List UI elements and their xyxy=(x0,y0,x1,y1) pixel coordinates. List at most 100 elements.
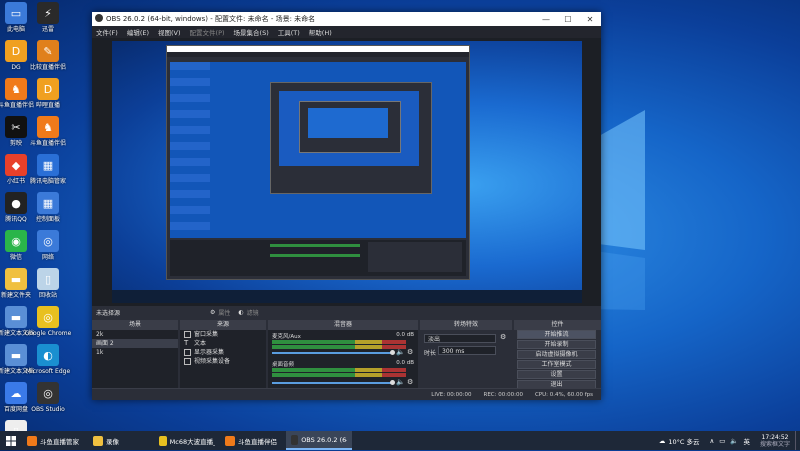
desktop-icon[interactable]: ✎ 比较直播伴侣 xyxy=(20,40,76,71)
desktop-icon[interactable]: ▦ 腾讯电脑管家 xyxy=(20,154,76,185)
title-bar: OBS 26.0.2 (64-bit, windows) - 配置文件: 未命名… xyxy=(92,12,601,26)
start-button[interactable] xyxy=(0,431,22,450)
gear-icon[interactable]: ⚙ xyxy=(500,333,506,341)
desktop-db: 0.0 dB xyxy=(396,360,414,366)
desktop-icon-label: Google Chrome xyxy=(24,330,72,337)
desktop-icon[interactable]: ◎ Google Chrome xyxy=(20,306,76,337)
desktop-icon-label: 比较直播伴侣 xyxy=(29,64,66,71)
app-icon xyxy=(159,435,167,446)
gear-icon[interactable]: ⚙ xyxy=(407,348,413,356)
app-icon: ◎ xyxy=(37,382,59,404)
list-item[interactable]: 画面 2 xyxy=(92,339,178,348)
clock[interactable]: 17:24:52 搜索框文字 xyxy=(755,431,795,450)
desktop-icon[interactable]: ⚡ 迅雷 xyxy=(20,2,76,33)
list-item[interactable]: T 文本 xyxy=(180,339,266,348)
preview-area[interactable] xyxy=(92,38,601,306)
desktop-icon-label: 控制面板 xyxy=(35,216,60,223)
taskbar-item-label: 斗鱼直播管家 xyxy=(40,437,79,446)
taskbar-item[interactable]: 斗鱼直播伴侣 xyxy=(220,431,286,450)
menu-profile[interactable]: 配置文件(P) xyxy=(190,27,225,37)
minimize-button[interactable]: — xyxy=(535,15,557,24)
desktop-icon[interactable]: ◎ OBS Studio xyxy=(20,382,76,413)
list-item[interactable]: 视频采集设备 xyxy=(180,357,266,366)
speaker-icon[interactable]: 🔈 xyxy=(396,378,405,386)
system-tray[interactable]: ∧ ▭ 🔈 英 xyxy=(704,431,755,450)
rec-status: REC: 00:00:00 xyxy=(483,391,523,398)
desktop-icon[interactable]: D 哔哩直播 xyxy=(20,78,76,109)
preview-scene xyxy=(112,41,582,303)
desktop-icon-label: Microsoft Edge xyxy=(25,368,71,375)
mixer-header: 混音器 xyxy=(268,320,418,330)
start-streaming-button[interactable]: 开始推流 xyxy=(517,330,596,339)
app-icon: ⚡ xyxy=(37,2,59,24)
menu-tools[interactable]: 工具(T) xyxy=(278,27,300,37)
ime-indicator[interactable]: 英 xyxy=(743,436,750,446)
weather-widget[interactable]: ☁ 10°C 多云 xyxy=(654,431,705,450)
list-item[interactable]: 2k xyxy=(92,330,178,339)
virtual-camera-button[interactable]: 启动虚拟摄像机 xyxy=(517,350,596,359)
taskbar-item[interactable]: Mc68大波直播_使... xyxy=(154,431,220,450)
scenes-list: 2k 画面 2 1k xyxy=(92,330,178,388)
camera-icon xyxy=(184,358,191,365)
desktop-icon-label: 哔哩直播 xyxy=(35,102,60,109)
chevron-up-icon[interactable]: ∧ xyxy=(709,437,714,445)
app-icon: D xyxy=(37,78,59,100)
clock-time: 17:24:52 xyxy=(761,433,789,441)
app-icon: ▦ xyxy=(37,192,59,214)
desktop-icon[interactable]: ♞ 斗鱼直播伴侣 xyxy=(20,116,76,147)
duration-input[interactable]: 300 ms xyxy=(438,346,496,355)
desktop-icon[interactable]: ▦ 控制面板 xyxy=(20,192,76,223)
app-icon xyxy=(27,435,37,446)
mic-volume-slider[interactable] xyxy=(272,350,395,355)
mic-meter xyxy=(272,345,406,349)
mic-meter xyxy=(272,340,406,344)
network-icon[interactable]: ▭ xyxy=(719,437,725,445)
windows-start-icon xyxy=(6,435,16,446)
menu-file[interactable]: 文件(F) xyxy=(96,27,118,37)
list-item[interactable]: 显示器采集 xyxy=(180,348,266,357)
volume-icon[interactable]: 🔈 xyxy=(730,437,738,445)
nested-obs-window xyxy=(166,45,470,280)
filters-button[interactable]: 滤镜 xyxy=(247,308,259,317)
desktop-icon[interactable]: ◐ Microsoft Edge xyxy=(20,344,76,375)
properties-button[interactable]: 属性 xyxy=(218,308,230,317)
live-status: LIVE: 00:00:00 xyxy=(431,391,472,398)
menu-help[interactable]: 帮助(H) xyxy=(309,27,332,37)
studio-mode-button[interactable]: 工作室模式 xyxy=(517,360,596,369)
list-item[interactable]: 窗口采集 xyxy=(180,330,266,339)
menu-view[interactable]: 视图(V) xyxy=(158,27,181,37)
menu-edit[interactable]: 编辑(E) xyxy=(127,27,149,37)
desktop-meter xyxy=(272,368,406,372)
menu-scene-collection[interactable]: 场景集合(S) xyxy=(234,27,269,37)
text-icon: T xyxy=(184,339,189,347)
app-icon xyxy=(93,435,103,446)
taskbar-item[interactable]: 录像 xyxy=(88,431,154,450)
filter-icon[interactable]: ◐ xyxy=(238,309,243,316)
show-desktop-button[interactable] xyxy=(795,431,800,450)
taskbar-item[interactable]: OBS 26.0.2 (64-bi... xyxy=(286,431,352,450)
desktop-volume-slider[interactable] xyxy=(272,380,395,385)
transition-select[interactable]: 淡出 xyxy=(424,334,496,343)
desktop-icon[interactable]: ◎ 网络 xyxy=(20,230,76,261)
speaker-icon[interactable]: 🔈 xyxy=(396,348,405,356)
start-recording-button[interactable]: 开始录制 xyxy=(517,340,596,349)
desktop-icon-label: 迅雷 xyxy=(41,26,54,33)
scenes-header: 场景 xyxy=(92,320,178,330)
maximize-button[interactable]: ☐ xyxy=(557,15,579,24)
taskbar-item-label: 录像 xyxy=(106,437,119,446)
list-item[interactable]: 1k xyxy=(92,348,178,357)
desktop-icon-label: 腾讯电脑管家 xyxy=(29,178,66,185)
desktop-icon[interactable]: ▯ 回收站 xyxy=(20,268,76,299)
taskbar-item-label: OBS 26.0.2 (64-bi... xyxy=(301,435,347,444)
window-title: OBS 26.0.2 (64-bit, windows) - 配置文件: 未命名… xyxy=(92,14,535,24)
settings-button[interactable]: 设置 xyxy=(517,370,596,379)
controls-header: 控件 xyxy=(514,320,601,330)
gear-icon[interactable]: ⚙ xyxy=(210,309,215,316)
desktop-icon-label: 网络 xyxy=(41,254,54,261)
close-button[interactable]: ✕ xyxy=(579,15,601,24)
app-icon xyxy=(225,435,235,446)
desktop-icon-label: 回收站 xyxy=(38,292,57,299)
taskbar-item[interactable]: 斗鱼直播管家 xyxy=(22,431,88,450)
gear-icon[interactable]: ⚙ xyxy=(407,378,413,386)
nested-taskbar xyxy=(112,290,582,303)
